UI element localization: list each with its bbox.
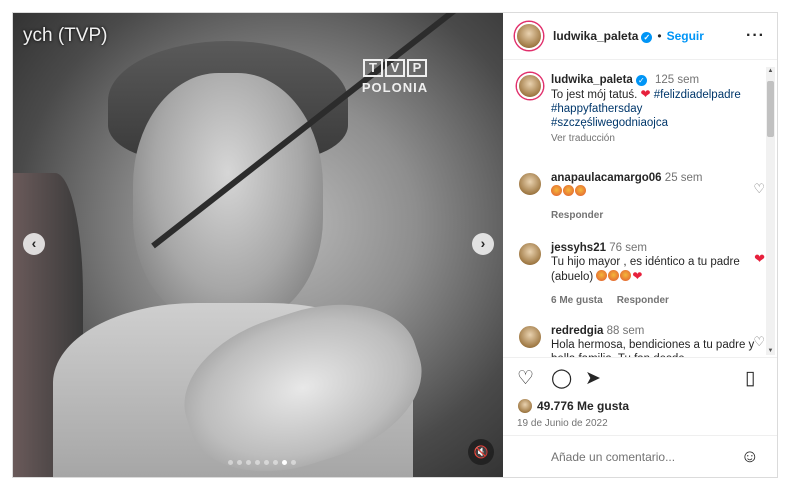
comment-username[interactable]: redredgia <box>551 325 603 337</box>
hashtag-link[interactable]: #szczęśliwegodniaojca <box>551 117 668 129</box>
share-paper-plane-icon[interactable]: ➤ <box>585 368 601 390</box>
author-username[interactable]: ludwika_paleta ✓ <box>553 29 653 43</box>
comment-text: Hola hermosa, bendiciones a tu padre y b… <box>551 339 755 357</box>
star-struck-emoji-icon <box>575 185 586 196</box>
avatar <box>517 398 533 414</box>
avatar[interactable] <box>517 241 543 267</box>
comment-username[interactable]: anapaulacamargo06 <box>551 172 662 184</box>
carousel-dot <box>228 460 233 465</box>
logo-letter: T <box>363 59 383 77</box>
likes-summary[interactable]: 49.776 Me gusta <box>517 398 629 414</box>
avatar[interactable] <box>515 22 543 50</box>
comment-likes-count[interactable]: 6 Me gusta <box>551 295 603 306</box>
post-header: ludwika_paleta ✓ • Seguir ··· <box>503 13 777 60</box>
carousel-indicator <box>228 460 296 465</box>
separator-dot: • <box>657 29 662 43</box>
star-struck-emoji-icon <box>551 185 562 196</box>
comment-text: Tu hijo mayor , es idéntico a tu padre (… <box>551 256 740 283</box>
photo-face <box>133 73 323 323</box>
next-slide-button[interactable]: › <box>472 233 494 255</box>
see-translation-link[interactable]: Ver traducción <box>551 132 757 146</box>
comment-emojis <box>551 185 757 199</box>
comment-bubble-icon[interactable]: ◯ <box>551 368 572 390</box>
mute-button[interactable]: 🔇 <box>468 439 494 465</box>
reply-button[interactable]: Responder <box>551 210 603 221</box>
comment-like-heart-icon[interactable]: ♡ <box>753 181 765 197</box>
post-caption: ludwika_paleta ✓ 125 sem To jest mój tatu… <box>517 73 757 146</box>
save-bookmark-icon[interactable]: ▯ <box>745 368 755 390</box>
comment-item: jessyhs21 76 sem Tu hijo mayor , es idén… <box>517 241 765 308</box>
caption-time: 125 sem <box>655 74 700 86</box>
carousel-dot <box>255 460 260 465</box>
carousel-dot <box>291 460 296 465</box>
scrollbar-thumb[interactable] <box>767 81 774 137</box>
red-heart-emoji-icon: ❤ <box>640 87 651 101</box>
carousel-dot <box>264 460 269 465</box>
post-modal: ych (TVP) T V P POLONIA ‹ › 🔇 ludwika_pa… <box>12 12 778 478</box>
scroll-up-arrow-icon[interactable]: ▲ <box>767 68 774 74</box>
avatar[interactable] <box>517 324 543 350</box>
comment-composer: ☺ <box>503 435 777 477</box>
video-caption-overlay: ych (TVP) <box>23 25 108 46</box>
like-heart-icon[interactable]: ♡ <box>517 368 534 390</box>
logo-letter: P <box>407 59 427 77</box>
star-struck-emoji-icon <box>620 270 632 281</box>
carousel-dot <box>237 460 242 465</box>
comment-time: 25 sem <box>664 172 703 184</box>
comment-item: anapaulacamargo06 25 sem Responder ♡ <box>517 171 765 223</box>
carousel-dot <box>246 460 251 465</box>
caption-username[interactable]: ludwika_paleta <box>551 74 633 86</box>
follow-button[interactable]: Seguir <box>667 29 704 43</box>
verified-badge-icon: ✓ <box>641 32 653 43</box>
carousel-dot <box>273 460 278 465</box>
more-options-icon[interactable]: ··· <box>746 27 765 45</box>
emoji-picker-icon[interactable]: ☺ <box>741 446 759 467</box>
comment-item: redredgia 88 sem Hola hermosa, bendicion… <box>517 324 765 357</box>
scroll-down-arrow-icon[interactable]: ▼ <box>767 348 774 354</box>
comment-liked-heart-icon[interactable]: ❤ <box>754 251 765 267</box>
comment-like-heart-icon[interactable]: ♡ <box>753 334 765 350</box>
comment-time: 76 sem <box>609 242 647 254</box>
previous-slide-button[interactable]: ‹ <box>23 233 45 255</box>
speaker-muted-icon: 🔇 <box>473 445 489 459</box>
reply-button[interactable]: Responder <box>617 295 669 306</box>
comments-list[interactable]: ludwika_paleta ✓ 125 sem To jest mój tatu… <box>503 61 777 357</box>
comment-input[interactable] <box>551 446 731 468</box>
star-struck-emoji-icon <box>563 185 574 196</box>
carousel-dot <box>282 460 287 465</box>
hashtag-link[interactable]: #felizdiadelpadre <box>654 89 741 101</box>
red-heart-emoji-icon: ❤ <box>632 269 643 283</box>
comment-time: 88 sem <box>606 325 645 337</box>
post-sidebar: ludwika_paleta ✓ • Seguir ··· ludwika_pal… <box>503 13 777 477</box>
comment-username[interactable]: jessyhs21 <box>551 242 606 254</box>
post-media[interactable]: ych (TVP) T V P POLONIA ‹ › 🔇 <box>13 13 503 477</box>
verified-badge-icon: ✓ <box>635 75 647 86</box>
star-struck-emoji-icon <box>596 270 608 281</box>
caption-text: To jest mój tatuś. <box>551 89 638 101</box>
avatar[interactable] <box>517 73 543 99</box>
likes-count[interactable]: 49.776 Me gusta <box>537 399 629 413</box>
comments-scrollbar[interactable]: ▲ ▼ <box>766 67 775 355</box>
star-struck-emoji-icon <box>608 270 620 281</box>
tvp-polonia-logo: T V P POLONIA <box>353 59 437 95</box>
post-actions: ♡ ◯ ➤ ▯ 49.776 Me gusta 19 de Junio de 2… <box>503 357 777 435</box>
post-date: 19 de Junio de 2022 <box>517 418 608 429</box>
hashtag-link[interactable]: #happyfathersday <box>551 103 642 115</box>
avatar[interactable] <box>517 171 543 197</box>
logo-subtitle: POLONIA <box>361 80 429 95</box>
logo-letter: V <box>385 59 405 77</box>
